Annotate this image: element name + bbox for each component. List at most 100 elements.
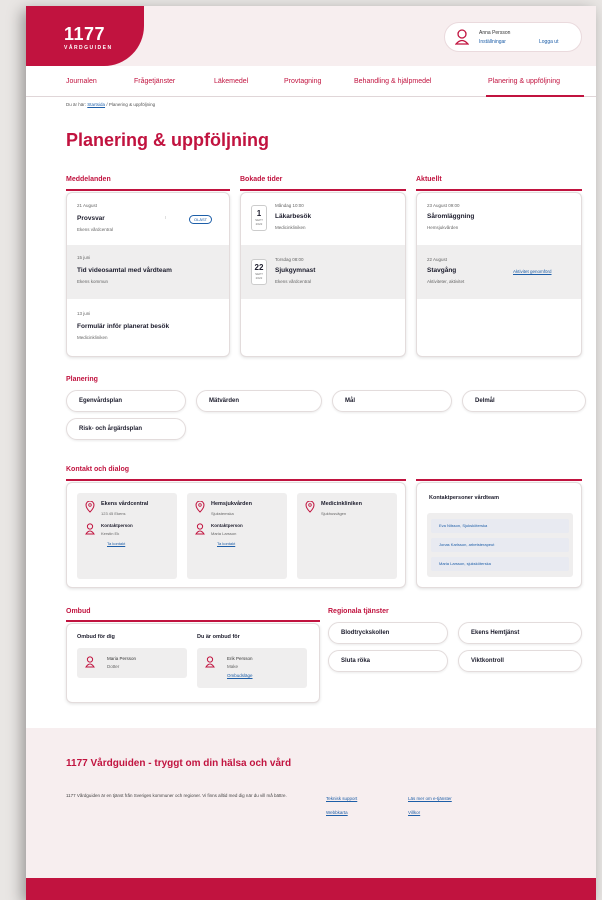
appointment-item[interactable]: 22 SEPT 2022 Torsdag 08:00 Sjukgymnast E…	[241, 245, 405, 299]
message-date: 13 juni	[77, 311, 91, 316]
nav-lakemedel[interactable]: Läkemedel	[214, 78, 248, 85]
ombud-person[interactable]: Erik Persson Make Ombudsläge	[197, 648, 307, 688]
appointment-item[interactable]: 1 SEPT 2022 Måndag 10:00 Läkarbesök Medi…	[241, 193, 405, 245]
planering-link-egenvardsplan[interactable]: Egenvårdsplan	[66, 390, 186, 412]
contact-unit[interactable]: Medicinkliniken Sjukhusvägen	[297, 493, 397, 579]
unit-name: Ekens vårdcentral	[101, 501, 149, 507]
activity-done-link[interactable]: Aktivitet genomförd	[513, 269, 552, 274]
appointment-place: Ekens vårdcentral	[275, 279, 312, 284]
team-member[interactable]: Jonas Karlsson, arbetsterapeut	[431, 538, 569, 552]
regional-label: Viktkontroll	[471, 658, 504, 664]
team-member-name: Eva Nilsson, Sjuksköterska	[439, 523, 488, 528]
nav-planering[interactable]: Planering & uppföljning	[488, 78, 560, 85]
ombud-person[interactable]: Maria Persson Dotter	[77, 648, 187, 678]
message-item[interactable]: 15 juni Tid videosamtal med vårdteam Eke…	[67, 245, 229, 299]
regional-link-viktkontroll[interactable]: Viktkontroll	[458, 650, 582, 672]
planering-link-risk[interactable]: Risk- och årgärdsplan	[66, 418, 186, 440]
logout-link[interactable]: Logga ut	[539, 39, 558, 45]
activity-sub: Aktiviteter, aktivitet	[427, 279, 465, 284]
contact-label: Kontaktperson	[211, 523, 243, 528]
nav-behandling[interactable]: Behandling & hjälpmedel	[354, 78, 431, 85]
aktuellt-divider	[416, 189, 582, 191]
regionala-title: Regionala tjänster	[328, 608, 389, 615]
ombud-divider	[66, 620, 320, 622]
activity-date: 23 August 09:00	[427, 203, 460, 208]
date-day: 1	[256, 209, 262, 218]
user-menu[interactable]: Anna Persson Inställningar Logga ut	[444, 22, 582, 52]
activity-title: Såromläggning	[427, 213, 475, 220]
ombud-name: Erik Persson	[227, 656, 253, 661]
footer-title: 1177 Vårdguiden - tryggt om din hälsa oc…	[66, 758, 292, 769]
message-title: Provsvar	[77, 215, 105, 222]
activity-item[interactable]: 22 August Stavgång Aktiviteter, aktivite…	[417, 245, 581, 299]
breadcrumb-home-link[interactable]: Startsida	[87, 102, 105, 107]
main-nav: Journalen Frågetjänster Läkemedel Provta…	[26, 66, 596, 97]
contact-unit[interactable]: Hemsjukvården Sjukstemska Kontaktperson …	[187, 493, 287, 579]
team-member[interactable]: Eva Nilsson, Sjuksköterska	[431, 519, 569, 533]
appointment-place: Medicinkliniken	[275, 225, 306, 230]
message-item[interactable]: 13 juni Formulär inför planerat besök Me…	[67, 299, 229, 355]
ombud-for-dig-title: Ombud för dig	[77, 634, 115, 640]
meddelanden-divider	[66, 189, 230, 191]
regional-label: Blodtryckskollen	[341, 630, 390, 636]
team-member-name: Maria Larsson, sjuksköterska	[439, 561, 491, 566]
contact-unit[interactable]: Ekens vårdcentral 123 45 Ekens Kontaktpe…	[77, 493, 177, 579]
regional-label: Ekens Hemtjänst	[471, 630, 520, 636]
location-pin-icon	[305, 501, 315, 513]
contact-link[interactable]: Ta kontakt	[217, 541, 235, 546]
planering-label: Egenvårdsplan	[79, 398, 123, 404]
page: 1177 VÅRDGUIDEN Anna Persson Inställning…	[26, 6, 596, 900]
message-date: 15 juni	[77, 255, 91, 260]
bokade-card: 1 SEPT 2022 Måndag 10:00 Läkarbesök Medi…	[240, 192, 406, 357]
date-badge: 1 SEPT 2022	[251, 205, 267, 231]
planering-label: Risk- och årgärdsplan	[79, 426, 143, 432]
contact-link[interactable]: Ta kontakt	[107, 541, 125, 546]
planering-label: Mätvärden	[209, 398, 240, 404]
message-item[interactable]: 21 August Provsvar Ekens vårdcentral ⁝ O…	[67, 193, 229, 245]
breadcrumb-current: / Planering & uppföljning	[106, 102, 156, 107]
team-member-name: Jonas Karlsson, arbetsterapeut	[439, 542, 495, 547]
settings-link[interactable]: Inställningar	[479, 39, 506, 45]
ombud-role: Make	[227, 664, 239, 669]
person-icon	[195, 523, 205, 535]
regional-link-blodtryck[interactable]: Blodtryckskollen	[328, 622, 448, 644]
team-card: Kontaktpersoner vårdteam Eva Nilsson, Sj…	[416, 482, 582, 588]
team-member[interactable]: Maria Larsson, sjuksköterska	[431, 557, 569, 571]
footer-text: 1177 Vårdguiden är en tjänst från Sverig…	[66, 793, 287, 798]
ombud-card: Ombud för dig Du är ombud för Maria Pers…	[66, 623, 320, 703]
unit-address: 123 45 Ekens	[101, 511, 126, 516]
unread-badge: OLÄST	[189, 215, 213, 224]
regional-link-hemtjanst[interactable]: Ekens Hemtjänst	[458, 622, 582, 644]
message-title: Tid videosamtal med vårdteam	[77, 267, 172, 274]
nav-fragetjanster[interactable]: Frågetjänster	[134, 78, 175, 85]
ombud-name: Maria Persson	[107, 656, 137, 661]
nav-provtagning[interactable]: Provtagning	[284, 78, 321, 85]
contact-label: Kontaktperson	[101, 523, 133, 528]
planering-link-mal[interactable]: Mål	[332, 390, 452, 412]
kontakt-title: Kontakt och dialog	[66, 466, 129, 473]
meddelanden-title: Meddelanden	[66, 176, 111, 183]
location-pin-icon	[85, 501, 95, 513]
footer-link-villkor[interactable]: Villkor	[408, 810, 420, 815]
footer-link-webbkarta[interactable]: Webbkarta	[326, 810, 348, 815]
logo-number: 1177	[64, 24, 106, 44]
ombud-mode-link[interactable]: Ombudsläge	[227, 673, 253, 678]
message-date: 21 August	[77, 203, 98, 208]
footer-link-e-tjanster[interactable]: Läs mer om e-tjänster	[408, 796, 452, 801]
regional-link-sluta-roka[interactable]: Sluta röka	[328, 650, 448, 672]
team-title: Kontaktpersoner vårdteam	[429, 495, 499, 501]
planering-link-matvarden[interactable]: Mätvärden	[196, 390, 322, 412]
message-sub: Ekens vårdcentral	[77, 227, 114, 232]
appointment-title: Sjukgymnast	[275, 267, 316, 274]
planering-link-delmal[interactable]: Delmål	[462, 390, 586, 412]
du-ar-ombud-title: Du är ombud för	[197, 634, 240, 640]
logo[interactable]: 1177 VÅRDGUIDEN	[26, 6, 144, 66]
date-badge: 22 SEPT 2022	[251, 259, 267, 285]
activity-item[interactable]: 23 August 09:00 Såromläggning Hemsjukvår…	[417, 193, 581, 245]
unit-address: Sjukstemska	[211, 511, 234, 516]
paperclip-icon: ⁝	[165, 215, 167, 220]
footer-link-support[interactable]: Teknisk support	[326, 796, 357, 801]
nav-journalen[interactable]: Journalen	[66, 78, 97, 85]
unit-address: Sjukhusvägen	[321, 511, 347, 516]
unit-name: Hemsjukvården	[211, 501, 252, 507]
